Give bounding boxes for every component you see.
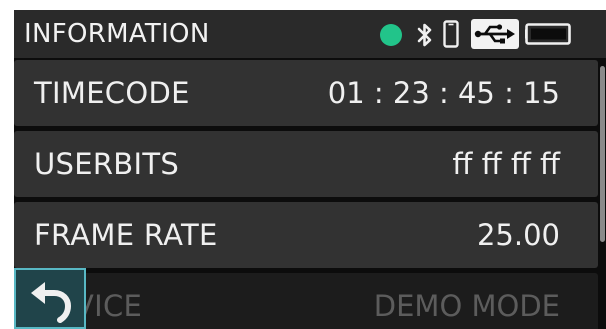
list-item-device[interactable]: VICE DEMO MODE	[14, 273, 598, 329]
row-value: DEMO MODE	[373, 289, 560, 323]
bluetooth-icon	[417, 23, 432, 47]
list-item-frame-rate[interactable]: FRAME RATE 25.00	[14, 202, 598, 268]
list-item-userbits[interactable]: USERBITS ff ff ff ff	[14, 131, 598, 197]
page-title: INFORMATION	[24, 19, 210, 49]
battery-icon	[525, 23, 571, 45]
row-label: USERBITS	[34, 147, 180, 181]
list-item-timecode[interactable]: TIMECODE 01 : 23 : 45 : 15	[14, 60, 598, 126]
info-list: TIMECODE 01 : 23 : 45 : 15 USERBITS ff f…	[14, 60, 598, 329]
green-status-dot	[380, 24, 402, 46]
scrollbar-thumb[interactable]	[600, 66, 605, 242]
row-label: FRAME RATE	[34, 218, 218, 252]
header-bar: INFORMATION	[14, 10, 606, 58]
row-value: 25.00	[476, 218, 560, 252]
back-button[interactable]	[14, 268, 86, 329]
row-value: ff ff ff ff	[452, 147, 560, 181]
row-label: TIMECODE	[34, 76, 190, 110]
device-screen: INFORMATION TIMECODE 01 : 23: 45: 15 U…	[14, 10, 606, 329]
phone-icon	[443, 20, 459, 48]
row-value: 01 : 23 : 45 : 15	[327, 76, 560, 110]
usb-icon	[471, 19, 519, 49]
back-arrow-icon	[31, 282, 72, 323]
